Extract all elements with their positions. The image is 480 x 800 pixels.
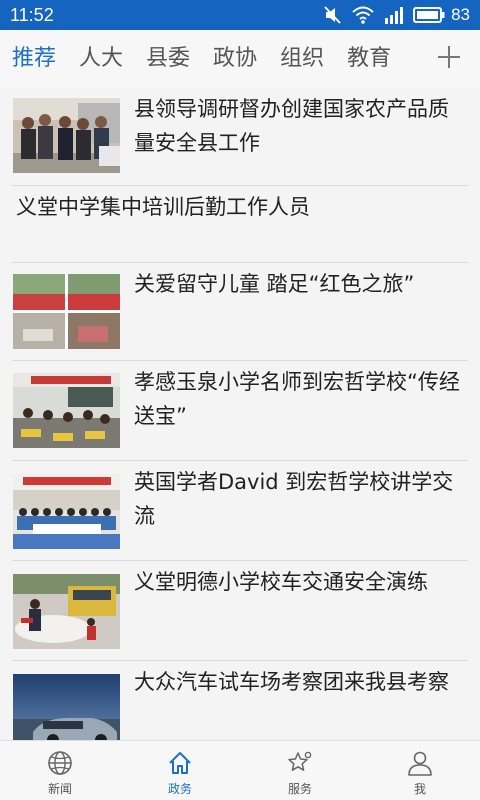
news-title: 关爱留守儿童 踏足“红色之旅”: [134, 272, 415, 296]
tab-cppcc[interactable]: 政协: [213, 30, 257, 88]
news-title: 义堂明德小学校车交通安全演练: [134, 570, 428, 594]
category-tab-bar: 推荐 人大 县委 政协 组织 教育: [0, 30, 480, 88]
news-title: 县领导调研督办创建国家农产品质量安全县工作: [134, 97, 449, 155]
news-item[interactable]: 英国学者David 到宏哲学校讲学交流: [0, 461, 480, 561]
battery-icon: [413, 6, 445, 24]
nav-government[interactable]: 政务: [120, 741, 240, 800]
news-thumbnail: [13, 274, 120, 349]
tab-npc[interactable]: 人大: [79, 30, 123, 88]
news-item[interactable]: 县领导调研督办创建国家农产品质量安全县工作: [0, 88, 480, 186]
mute-icon: [323, 5, 343, 25]
home-icon: [167, 750, 193, 780]
person-icon: [407, 750, 433, 780]
nav-news[interactable]: 新闻: [0, 741, 120, 800]
battery: 83: [413, 5, 470, 25]
nav-me-label: 我: [413, 782, 426, 796]
status-time: 11:52: [10, 4, 54, 25]
news-item[interactable]: 孝感玉泉小学名师到宏哲学校“传经送宝”: [0, 361, 480, 461]
status-bar: 11:52 83: [0, 0, 480, 30]
news-title: 义堂中学集中培训后勤工作人员: [16, 195, 310, 219]
news-thumbnail: [13, 98, 120, 173]
nav-services[interactable]: 服务: [240, 741, 360, 800]
news-title: 孝感玉泉小学名师到宏哲学校“传经送宝”: [134, 370, 460, 428]
signal-icon: [383, 5, 405, 25]
nav-me[interactable]: 我: [360, 741, 480, 800]
news-thumbnail: [13, 574, 120, 649]
news-title: 英国学者David 到宏哲学校讲学交流: [134, 470, 454, 528]
news-thumbnail: [13, 674, 120, 740]
bottom-nav: 新闻 政务 服务 我: [0, 740, 480, 800]
add-tab-icon[interactable]: [436, 44, 462, 70]
battery-level: 83: [451, 5, 470, 24]
news-item[interactable]: 关爱留守儿童 踏足“红色之旅”: [0, 263, 480, 361]
news-item[interactable]: 大众汽车试车场考察团来我县考察: [0, 661, 480, 740]
tab-education[interactable]: 教育: [347, 30, 391, 88]
nav-government-label: 政务: [167, 782, 192, 796]
news-feed[interactable]: 县领导调研督办创建国家农产品质量安全县工作 义堂中学集中培训后勤工作人员 关爱留…: [0, 88, 480, 740]
tab-county-committee[interactable]: 县委: [146, 30, 190, 88]
tab-organization[interactable]: 组织: [280, 30, 324, 88]
news-item[interactable]: 义堂中学集中培训后勤工作人员: [0, 186, 480, 263]
star-icon: [287, 750, 313, 780]
news-thumbnail: [13, 373, 120, 448]
tab-recommend[interactable]: 推荐: [12, 30, 56, 88]
globe-icon: [47, 750, 73, 780]
news-thumbnail: [13, 474, 120, 549]
news-item[interactable]: 义堂明德小学校车交通安全演练: [0, 561, 480, 661]
nav-news-label: 新闻: [47, 782, 72, 796]
wifi-icon: [351, 5, 375, 25]
news-title: 大众汽车试车场考察团来我县考察: [134, 670, 449, 694]
nav-services-label: 服务: [287, 782, 312, 796]
